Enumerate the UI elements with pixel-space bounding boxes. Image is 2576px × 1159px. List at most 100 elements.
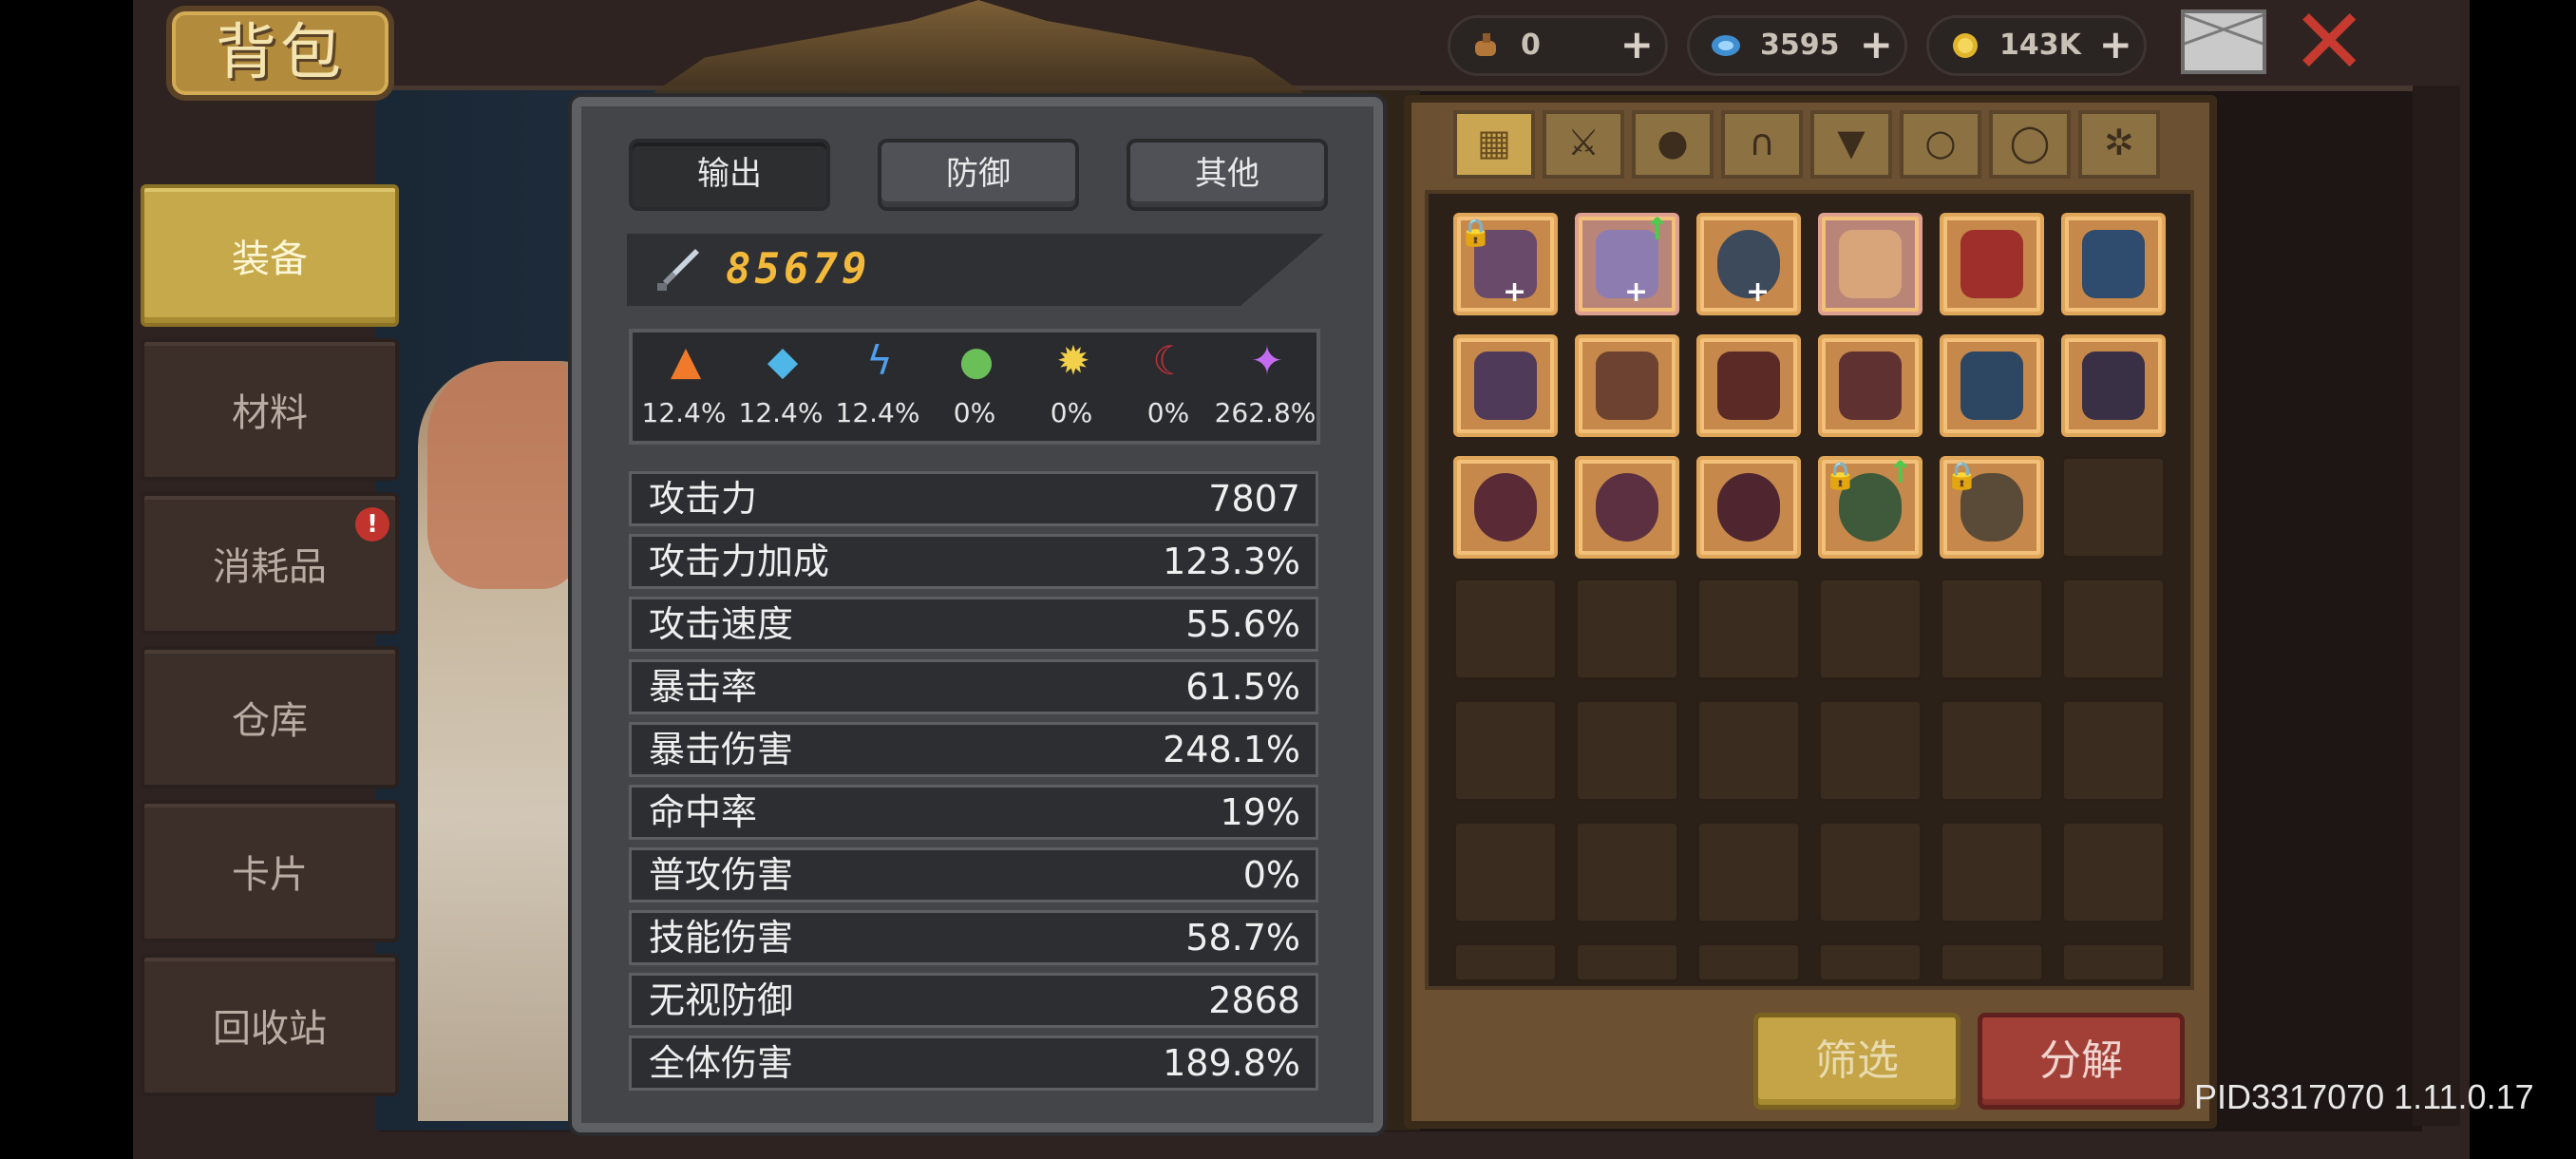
stat-name: 命中率 xyxy=(649,791,758,833)
inventory-slot[interactable] xyxy=(1940,334,2044,437)
ring-item-icon xyxy=(1596,473,1658,542)
sword-icon xyxy=(657,249,699,291)
empty-slot[interactable] xyxy=(1818,942,1923,982)
tab-defense[interactable]: 防御 xyxy=(878,139,1079,211)
empty-slot[interactable] xyxy=(1575,821,1679,923)
empty-slot[interactable] xyxy=(2061,942,2166,982)
key-icon xyxy=(1475,33,1496,56)
decompose-button[interactable]: 分解 xyxy=(1978,1013,2185,1110)
gear-icon[interactable]: ✲ xyxy=(2078,110,2160,179)
inventory-slot[interactable] xyxy=(1696,334,1801,437)
stat-name: 攻击力 xyxy=(649,478,758,520)
nav-recycle[interactable]: 回收站 xyxy=(141,954,399,1096)
gem-value: 3595 xyxy=(1760,28,1840,62)
empty-slot[interactable] xyxy=(2061,699,2166,802)
ring-icon[interactable]: ◯ xyxy=(1989,110,2071,179)
empty-slot[interactable] xyxy=(2061,456,2166,559)
grid-icon[interactable]: ▦ xyxy=(1453,110,1535,179)
stat-row: 技能伤害 58.7% xyxy=(629,910,1318,965)
power-value: 85679 xyxy=(726,245,871,294)
empty-slot[interactable] xyxy=(1696,578,1801,680)
empty-slot[interactable] xyxy=(2061,578,2166,680)
sword-icon[interactable]: ⚔ xyxy=(1543,110,1624,179)
inventory-slot[interactable]: ↑ + xyxy=(1575,211,1679,315)
nav-cards-label: 卡片 xyxy=(232,853,308,897)
inventory-slot[interactable] xyxy=(2061,213,2166,315)
empty-slot[interactable] xyxy=(1940,699,2044,802)
necklace-icon[interactable]: ○ xyxy=(1900,110,1981,179)
plus-icon: + xyxy=(1624,276,1649,309)
stat-value: 58.7% xyxy=(1185,917,1300,959)
key-counter: 0 + xyxy=(1448,15,1668,76)
gem-icon xyxy=(1712,35,1740,56)
empty-slot[interactable] xyxy=(1453,699,1558,802)
inventory-slot[interactable] xyxy=(1453,456,1558,559)
inventory-slot[interactable]: 🔒 ↑ xyxy=(1818,454,1923,559)
nav-equipment[interactable]: 装备 xyxy=(141,184,399,327)
tab-other[interactable]: 其他 xyxy=(1127,139,1328,211)
close-button[interactable]: ✕ xyxy=(2291,0,2367,87)
armor-icon[interactable]: ▼ xyxy=(1810,110,1892,179)
inventory-slot[interactable] xyxy=(1453,334,1558,437)
empty-slot[interactable] xyxy=(1696,699,1801,802)
inventory-slot[interactable] xyxy=(1575,456,1679,559)
empty-slot[interactable] xyxy=(1940,942,2044,982)
gauntlet-item-icon xyxy=(2082,352,2145,420)
fire-icon: ▲ xyxy=(670,337,702,384)
empty-slot[interactable] xyxy=(1575,942,1679,982)
inventory-slot[interactable]: 🔒 + xyxy=(1453,213,1558,315)
empty-slot[interactable] xyxy=(1818,699,1923,802)
element-poison: ● 0% xyxy=(927,340,1022,435)
empty-slot[interactable] xyxy=(1453,942,1558,982)
gold-value: 143K xyxy=(1999,28,2081,62)
nav-warehouse[interactable]: 仓库 xyxy=(141,646,399,788)
inventory-slot[interactable] xyxy=(1940,213,2044,315)
stat-value: 61.5% xyxy=(1185,666,1300,708)
stat-name: 无视防御 xyxy=(649,979,794,1021)
inventory-slot[interactable] xyxy=(1696,456,1801,559)
empty-slot[interactable] xyxy=(1575,578,1679,680)
inventory-slot[interactable] xyxy=(1575,334,1679,437)
element-lightning: ϟ 12.4% xyxy=(830,340,925,435)
page-title: 背包 xyxy=(216,18,345,88)
empty-slot[interactable] xyxy=(1696,821,1801,923)
empty-slot[interactable] xyxy=(1696,942,1801,982)
nav-materials[interactable]: 材料 xyxy=(141,338,399,481)
element-void: ✦ 262.8% xyxy=(1215,340,1316,435)
boots-item-icon xyxy=(1839,352,1902,420)
nav-cards[interactable]: 卡片 xyxy=(141,800,399,942)
helmet-icon[interactable]: ∩ xyxy=(1721,110,1803,179)
pet-icon[interactable]: ● xyxy=(1632,110,1714,179)
empty-slot[interactable] xyxy=(2061,821,2166,923)
filter-button[interactable]: 筛选 xyxy=(1753,1013,1960,1110)
empty-slot[interactable] xyxy=(1575,699,1679,802)
empty-slot[interactable] xyxy=(1818,578,1923,680)
empty-slot[interactable] xyxy=(1453,578,1558,680)
empty-slot[interactable] xyxy=(1818,821,1923,923)
inventory-slot[interactable]: 🔒 xyxy=(1940,456,2044,559)
right-rail xyxy=(2413,86,2460,1126)
key-value: 0 xyxy=(1521,28,1541,62)
version-label: PID3317070 1.11.0.17 xyxy=(2194,1077,2534,1116)
armor-item-icon xyxy=(1717,352,1780,420)
gem-counter: 3595 + xyxy=(1687,15,1907,76)
lightning-icon: ϟ xyxy=(866,337,893,384)
light-sun-icon: ✹ xyxy=(1056,337,1090,384)
empty-slot[interactable] xyxy=(1940,578,2044,680)
armor-item-icon xyxy=(1960,352,2023,420)
stat-value: 189.8% xyxy=(1163,1042,1300,1084)
element-ice: ◆ 12.4% xyxy=(733,340,828,435)
element-fire: ▲ 12.4% xyxy=(636,340,731,435)
inventory-slot[interactable]: + xyxy=(1696,213,1801,315)
empty-slot[interactable] xyxy=(1453,821,1558,923)
add-key-button[interactable]: + xyxy=(1620,18,1654,71)
inventory-slot[interactable] xyxy=(1818,334,1923,437)
add-gold-button[interactable]: + xyxy=(2099,18,2132,71)
lock-icon: 🔒 xyxy=(1459,217,1492,248)
empty-slot[interactable] xyxy=(1940,821,2044,923)
upgrade-arrow-icon: ↑ xyxy=(1644,211,1670,247)
tab-output[interactable]: 输出 xyxy=(629,139,830,211)
inventory-slot[interactable] xyxy=(1818,213,1923,315)
add-gem-button[interactable]: + xyxy=(1860,18,1893,71)
inventory-slot[interactable] xyxy=(2061,334,2166,437)
